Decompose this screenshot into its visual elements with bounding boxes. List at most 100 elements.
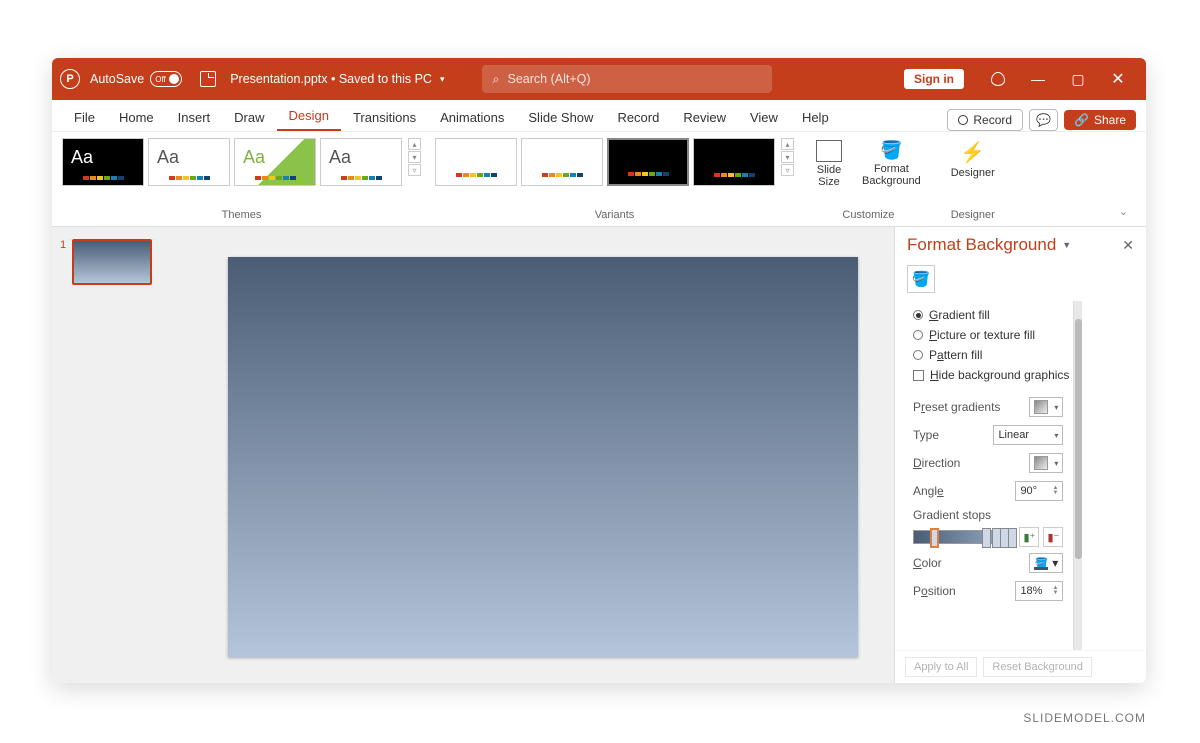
slide-thumbnail-panel: 1 <box>52 227 192 683</box>
share-label: Share <box>1094 113 1126 127</box>
theme-thumbnail[interactable]: Aa <box>234 138 316 186</box>
direction-dropdown[interactable]: ▾ <box>1029 453 1063 473</box>
mic-button[interactable] <box>978 64 1018 94</box>
radio-icon <box>913 350 923 360</box>
type-dropdown[interactable]: Linear▾ <box>993 425 1063 445</box>
format-background-button[interactable]: 🪣 Format Background <box>854 138 929 189</box>
comments-button[interactable]: 💬 <box>1029 109 1058 131</box>
tab-record[interactable]: Record <box>605 104 671 131</box>
gradient-stop[interactable] <box>930 528 939 548</box>
tab-review[interactable]: Review <box>671 104 738 131</box>
variant-thumbnail[interactable] <box>693 138 775 186</box>
pane-close-icon[interactable]: ✕ <box>1122 237 1134 254</box>
customize-group-label: Customize <box>842 206 894 226</box>
maximize-button[interactable]: ▢ <box>1058 64 1098 94</box>
position-value: 18% <box>1020 585 1042 597</box>
theme-thumbnail[interactable]: Aa <box>62 138 144 186</box>
search-box[interactable]: ⌕ Search (Alt+Q) <box>482 65 772 93</box>
direction-label: Direction <box>913 456 960 470</box>
autosave-group: AutoSave Off <box>90 71 182 87</box>
record-button[interactable]: Record <box>947 109 1023 131</box>
title-bar: P AutoSave Off Presentation.pptx • Saved… <box>52 58 1146 100</box>
close-button[interactable]: ✕ <box>1098 64 1138 94</box>
gallery-scroll-button[interactable]: ▴ <box>781 138 794 150</box>
position-label: Position <box>913 584 956 598</box>
angle-input[interactable]: 90°▲▼ <box>1015 481 1063 501</box>
tab-help[interactable]: Help <box>790 104 841 131</box>
fill-gradient-option[interactable]: GGradient fillradient fill <box>913 305 1069 325</box>
toggle-knob <box>169 74 179 84</box>
save-icon[interactable] <box>200 71 216 87</box>
remove-stop-button[interactable]: ▮⁻ <box>1043 527 1063 547</box>
powerpoint-icon: P <box>60 69 80 89</box>
autosave-label: AutoSave <box>90 72 144 86</box>
radio-icon <box>913 310 923 320</box>
share-button[interactable]: 🔗 Share <box>1064 110 1136 130</box>
app-window: P AutoSave Off Presentation.pptx • Saved… <box>52 58 1146 683</box>
tab-file[interactable]: File <box>62 104 107 131</box>
tab-animations[interactable]: Animations <box>428 104 516 131</box>
ribbon-group-customize: Slide Size 🪣 Format Background Customize <box>808 138 929 226</box>
tab-slide-show[interactable]: Slide Show <box>516 104 605 131</box>
add-stop-button[interactable]: ▮⁺ <box>1019 527 1039 547</box>
apply-all-button[interactable]: Apply to All <box>905 657 977 677</box>
format-background-pane: Format Background ▼ ✕ 🪣 GGradient fillra… <box>894 227 1146 683</box>
search-icon: ⌕ <box>492 72 499 87</box>
radio-icon <box>913 330 923 340</box>
pane-menu-icon[interactable]: ▼ <box>1062 240 1071 250</box>
ribbon-group-variants: ▴▾▿ Variants <box>435 138 794 226</box>
pane-header: Format Background ▼ ✕ <box>895 227 1146 263</box>
gallery-scroll-button[interactable]: ▾ <box>781 151 794 163</box>
fill-tab-icon[interactable]: 🪣 <box>907 265 935 293</box>
slide-size-button[interactable]: Slide Size <box>808 138 850 190</box>
ribbon-collapse-icon[interactable]: ⌄ <box>1111 197 1136 226</box>
color-picker-button[interactable]: 🪣▾ <box>1029 553 1063 573</box>
chevron-down-icon[interactable]: ▾ <box>440 74 445 85</box>
designer-label: Designer <box>951 167 995 179</box>
fill-picture-option[interactable]: Picture or texture fill <box>913 325 1069 345</box>
variant-thumbnail[interactable] <box>521 138 603 186</box>
theme-thumbnail[interactable]: Aa <box>148 138 230 186</box>
gallery-scroll-button[interactable]: ▿ <box>408 164 421 176</box>
gallery-scroll-button[interactable]: ▴ <box>408 138 421 150</box>
preset-gradients-dropdown[interactable]: ▾ <box>1029 397 1063 417</box>
autosave-toggle[interactable]: Off <box>150 71 182 87</box>
color-label: Color <box>913 556 942 570</box>
scrollbar-thumb[interactable] <box>1075 319 1082 559</box>
gradient-stops-slider[interactable] <box>913 530 1015 544</box>
tab-design[interactable]: Design <box>277 102 341 131</box>
tab-draw[interactable]: Draw <box>222 104 276 131</box>
minimize-button[interactable]: — <box>1018 64 1058 94</box>
type-value: Linear <box>998 429 1029 441</box>
hide-bg-checkbox[interactable]: Hide background graphics <box>913 365 1069 385</box>
canvas-area <box>192 227 894 683</box>
gradient-swatch-icon <box>1034 400 1048 414</box>
autosave-state: Off <box>155 75 166 84</box>
tab-home[interactable]: Home <box>107 104 166 131</box>
themes-group-label: Themes <box>222 206 262 226</box>
tab-view[interactable]: View <box>738 104 790 131</box>
tab-insert[interactable]: Insert <box>166 104 223 131</box>
variant-thumbnail[interactable] <box>435 138 517 186</box>
gradient-stops-label: Gradient stops <box>913 505 1069 525</box>
theme-thumbnail[interactable]: Aa <box>320 138 402 186</box>
gradient-stop[interactable] <box>982 528 991 548</box>
slide-number: 1 <box>60 239 66 671</box>
format-bg-icon: 🪣 <box>880 140 902 161</box>
fill-pattern-option[interactable]: Pattern fill <box>913 345 1069 365</box>
pane-scrollbar[interactable] <box>1073 301 1082 650</box>
slide-thumbnail[interactable] <box>72 239 152 285</box>
ribbon-group-themes: AaAaAaAa▴▾▿ Themes <box>62 138 421 226</box>
variant-thumbnail[interactable] <box>607 138 689 186</box>
tab-transitions[interactable]: Transitions <box>341 104 428 131</box>
gallery-scroll-button[interactable]: ▾ <box>408 151 421 163</box>
document-title[interactable]: Presentation.pptx • Saved to this PC <box>230 72 432 86</box>
gradient-stop[interactable] <box>1008 528 1017 548</box>
sign-in-button[interactable]: Sign in <box>904 69 964 89</box>
gallery-scroll-button[interactable]: ▿ <box>781 164 794 176</box>
designer-button[interactable]: ⚡ Designer <box>943 138 1003 181</box>
slide-canvas[interactable] <box>228 257 858 657</box>
search-placeholder: Search (Alt+Q) <box>507 72 590 86</box>
position-input[interactable]: 18%▲▼ <box>1015 581 1063 601</box>
reset-bg-button[interactable]: Reset Background <box>983 657 1092 677</box>
